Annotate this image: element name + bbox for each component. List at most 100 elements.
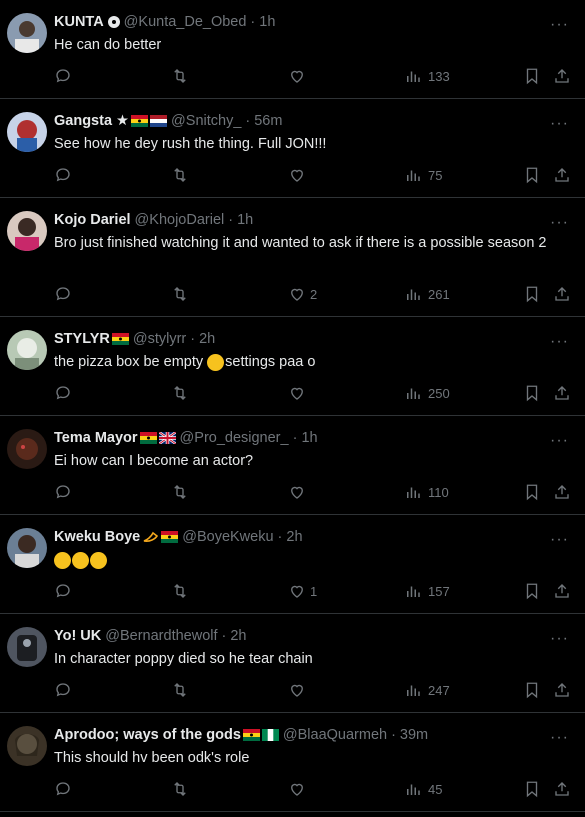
retweet-button[interactable] bbox=[171, 582, 189, 600]
share-button[interactable] bbox=[553, 285, 571, 303]
retweet-button[interactable] bbox=[171, 384, 189, 402]
reply-button[interactable] bbox=[54, 285, 72, 303]
reply-button[interactable] bbox=[54, 681, 72, 699]
reply-button[interactable] bbox=[54, 384, 72, 402]
timestamp[interactable]: 1h bbox=[301, 430, 317, 446]
like-button[interactable] bbox=[288, 384, 310, 402]
share-button[interactable] bbox=[553, 384, 571, 402]
retweet-button[interactable] bbox=[171, 285, 189, 303]
timestamp[interactable]: 2h bbox=[199, 331, 215, 347]
bookmark-button[interactable] bbox=[523, 285, 541, 303]
avatar[interactable] bbox=[7, 330, 47, 370]
reply-icon bbox=[56, 386, 70, 400]
views-button[interactable]: 110 bbox=[404, 483, 449, 501]
like-button[interactable] bbox=[288, 483, 310, 501]
display-name[interactable]: Aprodoo; ways of the gods bbox=[54, 727, 241, 743]
reply-button[interactable] bbox=[54, 483, 72, 501]
user-handle[interactable]: @Kunta_De_Obed bbox=[124, 14, 247, 30]
display-name[interactable]: Kojo Dariel bbox=[54, 212, 131, 228]
tweet[interactable]: Tema Mayor @Pro_designer_ · 1h Ei how ca… bbox=[0, 416, 585, 515]
timestamp[interactable]: 2h bbox=[286, 529, 302, 545]
share-button[interactable] bbox=[553, 166, 571, 184]
user-handle[interactable]: @BlaaQuarmeh bbox=[283, 727, 387, 743]
reply-button[interactable] bbox=[54, 780, 72, 798]
display-name[interactable]: Gangsta ★ bbox=[54, 113, 129, 129]
share-icon bbox=[555, 287, 569, 301]
bookmark-button[interactable] bbox=[523, 67, 541, 85]
more-options-icon[interactable]: ··· bbox=[550, 531, 569, 549]
more-options-icon[interactable]: ··· bbox=[550, 630, 569, 648]
retweet-button[interactable] bbox=[171, 483, 189, 501]
like-button[interactable] bbox=[288, 67, 310, 85]
views-button[interactable]: 157 bbox=[404, 582, 450, 600]
views-button[interactable]: 45 bbox=[404, 780, 442, 798]
retweet-button[interactable] bbox=[171, 780, 189, 798]
share-button[interactable] bbox=[553, 67, 571, 85]
timestamp[interactable]: 1h bbox=[237, 212, 253, 228]
more-options-icon[interactable]: ··· bbox=[550, 729, 569, 747]
share-button[interactable] bbox=[553, 681, 571, 699]
avatar[interactable] bbox=[7, 627, 47, 667]
like-button[interactable] bbox=[288, 780, 310, 798]
bookmark-button[interactable] bbox=[523, 582, 541, 600]
user-handle[interactable]: @Pro_designer_ bbox=[180, 430, 289, 446]
avatar[interactable] bbox=[7, 13, 47, 53]
avatar[interactable] bbox=[7, 726, 47, 766]
bookmark-button[interactable] bbox=[523, 384, 541, 402]
views-button[interactable]: 75 bbox=[404, 166, 442, 184]
share-button[interactable] bbox=[553, 582, 571, 600]
reply-button[interactable] bbox=[54, 166, 72, 184]
like-button[interactable]: 2 bbox=[288, 285, 317, 303]
bookmark-button[interactable] bbox=[523, 780, 541, 798]
views-button[interactable]: 247 bbox=[404, 681, 450, 699]
timestamp[interactable]: 2h bbox=[230, 628, 246, 644]
views-button[interactable]: 133 bbox=[404, 67, 450, 85]
tweet[interactable]: Gangsta ★ @Snitchy_ · 56m See how he dey… bbox=[0, 99, 585, 198]
user-handle[interactable]: @Bernardthewolf bbox=[105, 628, 217, 644]
tweet[interactable]: Kweku Boye @BoyeKweku · 2h ··· 1 157 bbox=[0, 515, 585, 614]
bookmark-button[interactable] bbox=[523, 166, 541, 184]
like-button[interactable] bbox=[288, 681, 310, 699]
views-button[interactable]: 250 bbox=[404, 384, 450, 402]
reply-button[interactable] bbox=[54, 582, 72, 600]
views-button[interactable]: 261 bbox=[404, 285, 450, 303]
share-button[interactable] bbox=[553, 483, 571, 501]
display-name[interactable]: STYLYR bbox=[54, 331, 110, 347]
like-button[interactable] bbox=[288, 166, 310, 184]
display-name[interactable]: Yo! UK bbox=[54, 628, 101, 644]
timestamp[interactable]: 1h bbox=[259, 14, 275, 30]
retweet-button[interactable] bbox=[171, 681, 189, 699]
more-options-icon[interactable]: ··· bbox=[550, 16, 569, 34]
more-options-icon[interactable]: ··· bbox=[550, 432, 569, 450]
user-handle[interactable]: @KhojoDariel bbox=[135, 212, 225, 228]
bookmark-icon bbox=[526, 583, 538, 600]
heart-icon bbox=[291, 585, 303, 598]
more-options-icon[interactable]: ··· bbox=[550, 115, 569, 133]
retweet-button[interactable] bbox=[171, 67, 189, 85]
avatar[interactable] bbox=[7, 211, 47, 251]
display-name[interactable]: Kweku Boye bbox=[54, 529, 140, 545]
more-options-icon[interactable]: ··· bbox=[550, 333, 569, 351]
display-name[interactable]: KUNTA bbox=[54, 14, 104, 30]
display-name[interactable]: Tema Mayor bbox=[54, 430, 138, 446]
avatar[interactable] bbox=[7, 429, 47, 469]
tweet[interactable]: KUNTA @Kunta_De_Obed · 1h He can do bett… bbox=[0, 0, 585, 99]
tweet[interactable]: Aprodoo; ways of the gods @BlaaQuarmeh ·… bbox=[0, 713, 585, 812]
more-options-icon[interactable]: ··· bbox=[550, 214, 569, 232]
timestamp[interactable]: 39m bbox=[400, 727, 428, 743]
avatar[interactable] bbox=[7, 528, 47, 568]
user-handle[interactable]: @stylyrr bbox=[133, 331, 186, 347]
bookmark-button[interactable] bbox=[523, 681, 541, 699]
tweet[interactable]: Kojo Dariel @KhojoDariel · 1h Bro just f… bbox=[0, 198, 585, 317]
user-handle[interactable]: @BoyeKweku bbox=[182, 529, 273, 545]
tweet[interactable]: Yo! UK @Bernardthewolf · 2h In character… bbox=[0, 614, 585, 713]
like-button[interactable]: 1 bbox=[288, 582, 317, 600]
retweet-button[interactable] bbox=[171, 166, 189, 184]
tweet[interactable]: STYLYR @stylyrr · 2h the pizza box be em… bbox=[0, 317, 585, 416]
bookmark-button[interactable] bbox=[523, 483, 541, 501]
avatar[interactable] bbox=[7, 112, 47, 152]
user-handle[interactable]: @Snitchy_ bbox=[171, 113, 241, 129]
share-button[interactable] bbox=[553, 780, 571, 798]
timestamp[interactable]: 56m bbox=[254, 113, 282, 129]
reply-button[interactable] bbox=[54, 67, 72, 85]
